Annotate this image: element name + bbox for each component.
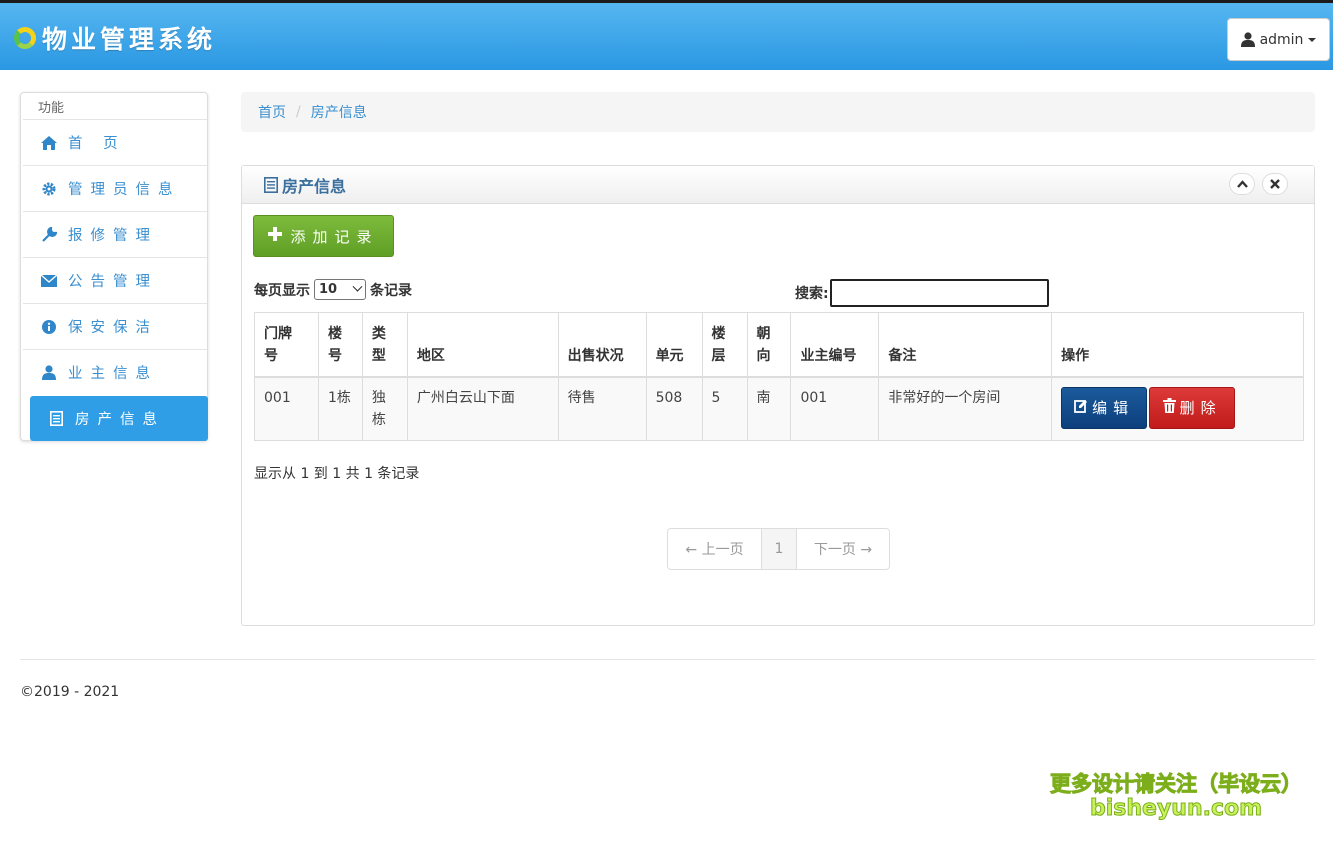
logo-icon	[14, 27, 36, 49]
column-header-unit[interactable]: 单元	[645, 312, 703, 378]
table-row: 001 1栋 独栋 广州白云山下面 待售 508 5 南 001 非常好的一个房…	[254, 376, 1304, 441]
user-menu-button[interactable]: admin	[1227, 18, 1330, 61]
page-length-select[interactable]: 10	[314, 279, 366, 300]
sidebar: 功能 首 页 管理员信息 报修管理 公告管理 保安保洁 业主信息 房产信息	[20, 92, 208, 441]
delete-label: 删除	[1179, 398, 1222, 417]
panel-header: 房产信息	[242, 166, 1314, 204]
column-header-floor[interactable]: 楼层	[701, 312, 748, 378]
chevron-down-icon	[1308, 37, 1317, 42]
content-panel: 房产信息 添加记录 每页显示 10 条记录 搜索: 门牌号 楼号 类型 地区 出…	[241, 165, 1315, 626]
pagination: ← 上一页 1 下一页 →	[667, 528, 890, 570]
page-number-button[interactable]: 1	[762, 529, 797, 569]
close-button[interactable]	[1262, 173, 1288, 195]
copyright: ©2019 - 2021	[20, 684, 120, 700]
search-control: 搜索:	[795, 279, 1049, 307]
list-icon	[264, 176, 278, 193]
brand[interactable]: 物业管理系统	[14, 21, 216, 55]
sidebar-item-owner[interactable]: 业主信息	[23, 349, 207, 395]
add-record-label: 添加记录	[290, 227, 379, 246]
column-header-actions: 操作	[1051, 312, 1304, 378]
collapse-button[interactable]	[1229, 173, 1255, 195]
cell-sale-status: 待售	[557, 376, 647, 441]
prev-page-button[interactable]: ← 上一页	[668, 529, 762, 569]
envelope-icon	[39, 273, 59, 289]
sidebar-item-repair[interactable]: 报修管理	[23, 211, 207, 257]
sidebar-item-label: 保安保洁	[68, 320, 158, 336]
cell-orientation: 南	[746, 376, 792, 441]
cell-remark: 非常好的一个房间	[878, 376, 1053, 441]
delete-button[interactable]: 删除	[1149, 386, 1236, 429]
edit-label: 编辑	[1092, 398, 1135, 417]
next-page-button[interactable]: 下一页 →	[797, 529, 889, 569]
sidebar-item-home[interactable]: 首 页	[23, 119, 207, 165]
sidebar-item-label: 公告管理	[68, 274, 158, 290]
watermark-url: bisheyun.com	[1089, 796, 1263, 822]
column-header-sale-status[interactable]: 出售状况	[557, 312, 647, 378]
list-icon	[46, 411, 66, 427]
add-record-button[interactable]: 添加记录	[253, 215, 394, 257]
cell-unit: 508	[645, 376, 703, 441]
home-icon	[39, 135, 59, 151]
breadcrumb-separator: /	[296, 104, 301, 120]
cell-door-no: 001	[254, 376, 319, 441]
panel-title: 房产信息	[282, 176, 347, 196]
search-input[interactable]	[829, 279, 1049, 307]
trash-icon	[1162, 397, 1176, 419]
sidebar-item-label: 房产信息	[75, 412, 165, 428]
wrench-icon	[39, 227, 59, 243]
gear-icon	[39, 181, 59, 197]
cell-type: 独栋	[361, 376, 408, 441]
cell-owner-id: 001	[790, 376, 880, 441]
sidebar-item-property[interactable]: 房产信息	[30, 396, 208, 441]
top-navbar: 物业管理系统 admin	[0, 0, 1333, 70]
table-info: 显示从 1 到 1 共 1 条记录	[254, 466, 420, 482]
info-icon	[39, 319, 59, 335]
edit-button[interactable]: 编辑	[1061, 386, 1148, 429]
breadcrumb-current[interactable]: 房产信息	[311, 102, 367, 122]
user-icon	[1240, 32, 1255, 47]
sidebar-item-label: 报修管理	[68, 228, 158, 244]
cell-actions: 编辑 删除	[1051, 376, 1304, 441]
column-header-type[interactable]: 类型	[361, 312, 408, 378]
breadcrumb: 首页 / 房产信息	[241, 92, 1315, 132]
page-length-value: 10	[319, 282, 338, 297]
user-name: admin	[1259, 31, 1304, 48]
sidebar-item-security[interactable]: 保安保洁	[23, 303, 207, 349]
chevron-up-icon	[1236, 180, 1248, 188]
search-label: 搜索:	[795, 286, 829, 302]
column-header-building[interactable]: 楼号	[317, 312, 363, 378]
watermark-text: 更多设计请关注（毕设云）	[1050, 772, 1303, 797]
sidebar-item-label: 首 页	[68, 136, 126, 152]
sidebar-item-label: 业主信息	[68, 366, 158, 382]
page-length-control: 每页显示 10 条记录	[254, 279, 412, 300]
column-header-remark[interactable]: 备注	[878, 312, 1053, 378]
cell-area: 广州白云山下面	[406, 376, 559, 441]
footer-divider	[20, 659, 1315, 660]
plus-icon	[268, 227, 283, 245]
column-header-orientation[interactable]: 朝向	[746, 312, 792, 378]
sidebar-item-notice[interactable]: 公告管理	[23, 257, 207, 303]
cell-building: 1栋	[317, 376, 363, 441]
page-length-suffix: 条记录	[370, 282, 412, 299]
chevron-down-icon	[352, 281, 363, 292]
column-header-area[interactable]: 地区	[406, 312, 559, 378]
breadcrumb-home-link[interactable]: 首页	[258, 102, 286, 122]
property-table: 门牌号 楼号 类型 地区 出售状况 单元 楼层 朝向 业主编号 备注 操作 00…	[254, 312, 1304, 441]
sidebar-heading: 功能	[38, 101, 65, 116]
page-length-prefix: 每页显示	[254, 282, 310, 299]
sidebar-item-admin-info[interactable]: 管理员信息	[23, 165, 207, 211]
edit-icon	[1074, 397, 1088, 419]
user-icon	[39, 365, 59, 381]
column-header-owner-id[interactable]: 业主编号	[790, 312, 880, 378]
sidebar-item-label: 管理员信息	[68, 182, 181, 198]
close-icon	[1270, 179, 1280, 189]
app-title: 物业管理系统	[42, 25, 217, 54]
cell-floor: 5	[701, 376, 748, 441]
table-header-row: 门牌号 楼号 类型 地区 出售状况 单元 楼层 朝向 业主编号 备注 操作	[254, 312, 1304, 378]
column-header-door-no[interactable]: 门牌号	[254, 312, 319, 378]
